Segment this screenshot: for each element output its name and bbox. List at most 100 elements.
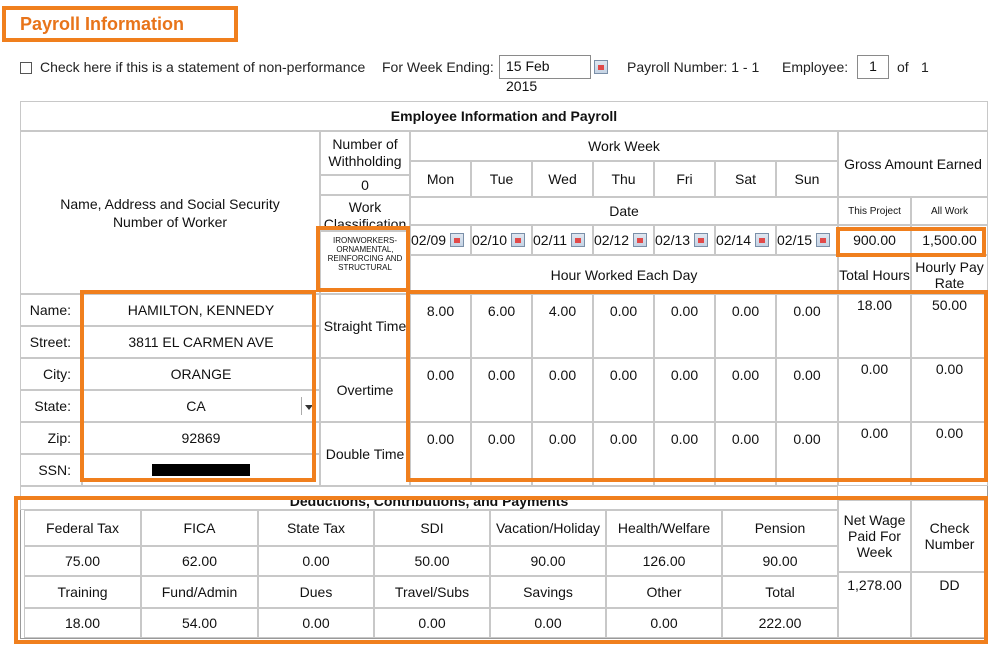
all-work-value: 1,500.00 (911, 225, 988, 255)
work-week-label: Work Week (410, 131, 838, 161)
zip-field[interactable]: 92869 (82, 422, 320, 454)
employee-input[interactable]: 1 (857, 55, 889, 79)
hours-input[interactable]: 0.00 (593, 294, 654, 358)
date-value: 02/11 (533, 232, 567, 248)
day-mon: Mon (410, 161, 471, 197)
deduction-value[interactable]: 0.00 (258, 608, 374, 638)
total-hours-label: Total Hours (838, 255, 911, 294)
this-project-value: 900.00 (838, 225, 911, 255)
week-ending-input[interactable]: 15 Feb 2015 (499, 55, 591, 94)
calendar-icon[interactable] (511, 233, 526, 247)
hours-input[interactable]: 4.00 (532, 294, 593, 358)
date-value: 02/12 (594, 232, 630, 248)
deduction-label: Training (24, 576, 141, 608)
day-sat: Sat (715, 161, 776, 197)
hours-input[interactable]: 0.00 (776, 358, 838, 422)
deduction-value[interactable]: 54.00 (141, 608, 258, 638)
date-cell[interactable]: 02/12 (593, 225, 654, 255)
date-value: 02/15 (777, 232, 813, 248)
hourly-rate-value[interactable]: 50.00 (911, 294, 988, 358)
date-label: Date (410, 197, 838, 225)
hours-input[interactable]: 0.00 (776, 294, 838, 358)
redacted-ssn (152, 464, 250, 476)
employee-label: Employee: (782, 59, 849, 75)
calendar-icon[interactable] (694, 233, 709, 247)
hours-input[interactable]: 6.00 (471, 294, 532, 358)
worker-name-field[interactable]: HAMILTON, KENNEDY (82, 294, 320, 326)
net-wage-value: 1,278.00 (838, 572, 911, 638)
hours-input[interactable]: 0.00 (776, 422, 838, 486)
calendar-icon[interactable] (450, 233, 465, 247)
deduction-value[interactable]: 0.00 (490, 608, 606, 638)
hours-input[interactable]: 0.00 (532, 358, 593, 422)
work-class-value[interactable]: IRONWORKERS- ORNAMENTAL, REINFORCING AND… (320, 231, 410, 294)
deduction-value[interactable]: 18.00 (24, 608, 141, 638)
date-cell[interactable]: 02/11 (532, 225, 593, 255)
hours-input[interactable]: 0.00 (593, 422, 654, 486)
calendar-icon[interactable] (816, 233, 831, 247)
hours-input[interactable]: 0.00 (654, 294, 715, 358)
date-cell[interactable]: 02/14 (715, 225, 776, 255)
gross-label: Gross Amount Earned (838, 131, 988, 197)
total-hours-value: 0.00 (838, 422, 911, 486)
ssn-field[interactable] (82, 454, 320, 486)
hourly-rate-value[interactable]: 0.00 (911, 422, 988, 486)
hours-input[interactable]: 0.00 (654, 358, 715, 422)
of-label: of (897, 59, 909, 75)
this-project-label: This Project (838, 197, 911, 225)
hours-input[interactable]: 0.00 (715, 422, 776, 486)
deduction-value[interactable]: 75.00 (24, 546, 141, 576)
street-label: Street: (20, 326, 82, 358)
deduction-label: State Tax (258, 510, 374, 546)
street-field[interactable]: 3811 EL CARMEN AVE (82, 326, 320, 358)
deduction-value[interactable]: 90.00 (490, 546, 606, 576)
check-number-value[interactable]: DD (911, 572, 988, 638)
deduction-value[interactable]: 0.00 (606, 608, 722, 638)
deduction-value[interactable]: 90.00 (722, 546, 838, 576)
deduction-total: 222.00 (722, 608, 838, 638)
hours-input[interactable]: 0.00 (471, 422, 532, 486)
hours-input[interactable]: 0.00 (410, 358, 471, 422)
nonperformance-checkbox[interactable] (20, 62, 32, 74)
calendar-icon[interactable] (633, 233, 648, 247)
name-label: Name: (20, 294, 82, 326)
page-title: Payroll Information (2, 6, 238, 42)
hourly-rate-label: Hourly Pay Rate (911, 255, 988, 294)
ssn-label: SSN: (20, 454, 82, 486)
hours-input[interactable]: 8.00 (410, 294, 471, 358)
deduction-value[interactable]: 0.00 (374, 608, 490, 638)
deduction-value[interactable]: 126.00 (606, 546, 722, 576)
withholding-value[interactable]: 0 (320, 175, 410, 195)
date-cell[interactable]: 02/10 (471, 225, 532, 255)
hours-input[interactable]: 0.00 (715, 358, 776, 422)
hours-input[interactable]: 0.00 (593, 358, 654, 422)
calendar-icon[interactable] (571, 233, 585, 247)
calendar-icon[interactable] (594, 60, 608, 74)
date-cell[interactable]: 02/13 (654, 225, 715, 255)
date-cell[interactable]: 02/09 (410, 225, 471, 255)
deduction-label: Savings (490, 576, 606, 608)
chevron-down-icon[interactable] (301, 397, 316, 415)
hours-input[interactable]: 0.00 (654, 422, 715, 486)
deduction-label: Fund/Admin (141, 576, 258, 608)
hourly-rate-value[interactable]: 0.00 (911, 358, 988, 422)
hours-input[interactable]: 0.00 (715, 294, 776, 358)
date-cell[interactable]: 02/15 (776, 225, 838, 255)
hours-label: Hour Worked Each Day (410, 255, 838, 294)
hours-input[interactable]: 0.00 (532, 422, 593, 486)
deduction-value[interactable]: 62.00 (141, 546, 258, 576)
check-number-label: Check Number (911, 500, 988, 572)
hours-input[interactable]: 0.00 (471, 358, 532, 422)
net-wage-label: Net Wage Paid For Week (838, 500, 911, 572)
week-ending-label: For Week Ending: (382, 59, 494, 75)
deduction-label: Vacation/Holiday (490, 510, 606, 546)
city-field[interactable]: ORANGE (82, 358, 320, 390)
deduction-value[interactable]: 0.00 (258, 546, 374, 576)
deduction-label: Travel/Subs (374, 576, 490, 608)
deduction-value[interactable]: 50.00 (374, 546, 490, 576)
calendar-icon[interactable] (755, 233, 770, 247)
state-label: State: (20, 390, 82, 422)
day-wed: Wed (532, 161, 593, 197)
hours-input[interactable]: 0.00 (410, 422, 471, 486)
state-select[interactable]: CA (82, 390, 320, 422)
